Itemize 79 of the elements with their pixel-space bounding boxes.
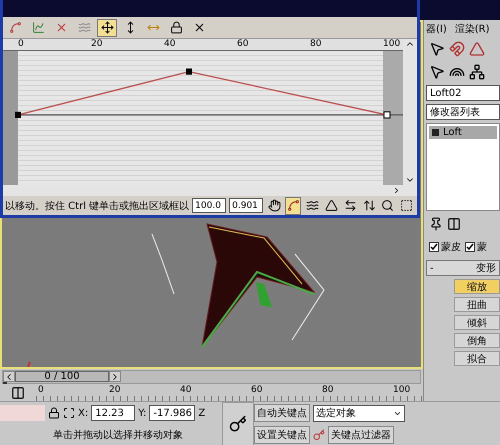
lock-icon: [170, 21, 182, 34]
ruler-label: 40: [164, 39, 176, 50]
z-label: Z: [198, 408, 206, 418]
magnet-icon[interactable]: [449, 41, 465, 57]
delete-icon: [54, 21, 68, 34]
ruler-label: 80: [322, 385, 334, 397]
hand-icon: [268, 199, 281, 212]
ruler-label: 60: [237, 39, 250, 50]
deformation-button[interactable]: 拟合: [454, 351, 500, 366]
key-icon[interactable]: [313, 429, 325, 441]
key-icon: [229, 415, 247, 433]
ruler-label: 20: [91, 39, 104, 50]
zoom-vertical-icon: [362, 199, 376, 212]
search-icon: [381, 199, 394, 212]
view-tool-button[interactable]: [285, 196, 302, 214]
selection-icon[interactable]: [63, 407, 75, 419]
triangle-icon: [324, 199, 338, 212]
selection-dropdown[interactable]: 选定对象: [313, 404, 405, 422]
value-field[interactable]: 0.901: [229, 198, 264, 213]
triangle-icon[interactable]: [469, 41, 485, 57]
ruler-label: 60: [251, 385, 264, 397]
time-slider-track[interactable]: 0 / 100: [2, 370, 421, 384]
key-mode-button[interactable]: [222, 402, 254, 445]
close-icon: [192, 21, 206, 34]
x-label: X:: [78, 408, 88, 418]
deformation-button[interactable]: 缩放: [454, 279, 500, 294]
auto-key-button[interactable]: 自动关键点: [254, 404, 310, 422]
curve-editor-prompt: 以移动。按住 Ctrl 键单击或拖出区域框以: [5, 200, 190, 212]
curve-icon: [32, 21, 44, 34]
checkbox[interactable]: [429, 242, 439, 252]
pointer-icon[interactable]: [429, 64, 445, 80]
ruler-label: 100: [393, 385, 412, 397]
menu-item[interactable]: 渲染(R): [454, 22, 490, 36]
status-prompt: 单击并拖动以选择并移动对象: [53, 428, 183, 442]
ruler-label: 100: [383, 39, 402, 50]
object-name-field[interactable]: Loft02: [426, 85, 500, 101]
deformation-button[interactable]: 扭曲: [454, 297, 500, 312]
ruler-label: 0: [38, 385, 45, 397]
gizmo-shape: [256, 282, 272, 307]
script-listener-field[interactable]: [0, 405, 45, 421]
checkbox[interactable]: [465, 242, 475, 252]
move-icon: [100, 21, 114, 34]
y-field[interactable]: -17.986: [149, 405, 196, 421]
curve-icon: [286, 199, 300, 212]
toolbar-button[interactable]: [97, 18, 117, 36]
ruler-label: 80: [310, 39, 322, 50]
pointer-icon[interactable]: [429, 41, 445, 57]
key-filters-button[interactable]: 关键点过滤器: [328, 426, 394, 444]
y-label: Y:: [138, 408, 146, 418]
view-tool-button[interactable]: [266, 196, 282, 214]
vertical-scrollbar[interactable]: [403, 39, 417, 185]
curve-key-point[interactable]: [384, 111, 390, 118]
deformation-button[interactable]: 倾斜: [454, 315, 500, 330]
modifier-list-dropdown[interactable]: 修改器列表: [426, 104, 500, 120]
hierarchy-icon[interactable]: [469, 64, 485, 80]
zoom-horizontal-icon: [344, 199, 357, 212]
lock-icon[interactable]: [48, 407, 60, 419]
next-frame-button[interactable]: [109, 371, 121, 382]
ruler-label: 0: [18, 39, 25, 50]
set-key-button[interactable]: 设置关键点: [254, 426, 310, 444]
wave-icon: [306, 199, 319, 212]
zoom-region-icon: [400, 199, 414, 212]
frame-field[interactable]: 100.0: [192, 198, 226, 213]
horizontal-scrollbar[interactable]: [3, 185, 417, 196]
x-field[interactable]: 12.23: [91, 405, 136, 421]
scroll-right-icon: [392, 186, 401, 195]
wireframe-path: [152, 234, 174, 294]
curve-key-point[interactable]: [15, 112, 21, 118]
pin-icon[interactable]: [429, 217, 443, 231]
ruler-label: 20: [109, 385, 122, 397]
deformation-button[interactable]: 倒角: [454, 333, 500, 348]
checkbox-label: 蒙皮: [441, 240, 461, 254]
menu-item[interactable]: 器(I): [426, 22, 447, 36]
previous-frame-button[interactable]: [3, 371, 15, 382]
stack-item[interactable]: Loft: [429, 126, 497, 139]
ruler-label: 40: [180, 385, 192, 397]
checkbox-label: 蒙: [477, 240, 487, 254]
curve-icon: [8, 21, 22, 34]
rollout-header[interactable]: - 变形: [426, 260, 500, 276]
